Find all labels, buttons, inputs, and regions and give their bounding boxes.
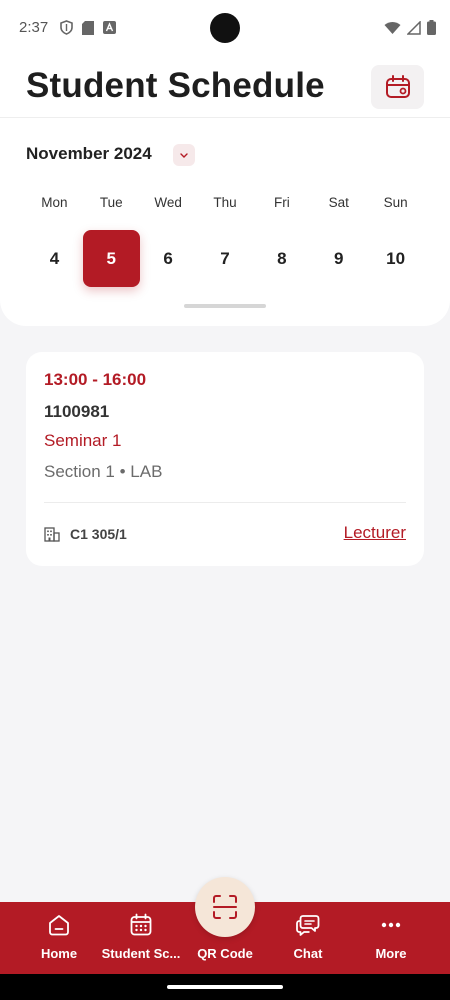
class-section: Section 1 • LAB bbox=[44, 462, 163, 481]
nav-item-more[interactable]: More bbox=[346, 902, 436, 974]
calendar-icon bbox=[385, 75, 410, 98]
status-right-icons bbox=[384, 20, 436, 35]
calendar-button[interactable] bbox=[371, 65, 424, 109]
month-dropdown-button[interactable] bbox=[173, 144, 195, 166]
home-icon bbox=[49, 915, 69, 936]
a-box-icon bbox=[103, 21, 116, 34]
chevron-down-icon bbox=[180, 152, 188, 158]
status-bar: 2:37 bbox=[0, 0, 450, 58]
weekday-label: Sat bbox=[328, 195, 349, 210]
month-label: November 2024 bbox=[26, 144, 152, 163]
more-dots-icon bbox=[381, 922, 401, 928]
status-time: 2:37 bbox=[19, 19, 49, 36]
weekday-label: Thu bbox=[213, 195, 237, 210]
date-cell[interactable]: 6 bbox=[140, 230, 197, 287]
weekday-row: Mon Tue Wed Thu Fri Sat Sun bbox=[26, 195, 424, 210]
calendar-grid-icon bbox=[130, 913, 152, 936]
date-cell[interactable]: 8 bbox=[253, 230, 310, 287]
nav-item-student-schedule[interactable]: Student Sc... bbox=[96, 902, 186, 974]
nav-item-chat[interactable]: Chat bbox=[263, 902, 353, 974]
date-cell[interactable]: 10 bbox=[367, 230, 424, 287]
battery-icon bbox=[427, 20, 436, 35]
nav-label-home: Home bbox=[40, 946, 78, 961]
nav-label-student-schedule: Student Sc... bbox=[101, 946, 181, 961]
chat-icon bbox=[296, 915, 320, 936]
building-icon bbox=[44, 527, 60, 542]
date-cell[interactable]: 9 bbox=[310, 230, 367, 287]
header-calendar-panel: Student Schedule November 2024 Mon Tue W… bbox=[0, 58, 450, 326]
home-gesture-pill[interactable] bbox=[167, 985, 283, 989]
card-divider bbox=[44, 502, 406, 503]
weekday-label: Fri bbox=[273, 195, 290, 210]
class-card[interactable]: 13:00 - 16:00 1100981 Seminar 1 Section … bbox=[26, 352, 424, 566]
weekday-label: Wed bbox=[154, 195, 182, 210]
nav-label-qr-code: QR Code bbox=[197, 946, 253, 961]
header-divider bbox=[0, 117, 450, 118]
nav-label-chat: Chat bbox=[293, 946, 323, 961]
expand-handle[interactable] bbox=[184, 304, 266, 308]
nav-item-home[interactable]: Home bbox=[14, 902, 104, 974]
class-time: 13:00 - 16:00 bbox=[44, 370, 147, 389]
weekday-label: Mon bbox=[41, 195, 68, 210]
class-code: 1100981 bbox=[44, 402, 110, 421]
qr-scan-icon bbox=[213, 895, 237, 919]
date-cell-selected[interactable]: 5 bbox=[82, 230, 140, 287]
weekday-label: Tue bbox=[99, 195, 123, 210]
signal-icon bbox=[407, 20, 421, 35]
date-cell[interactable]: 4 bbox=[26, 230, 83, 287]
date-cell[interactable]: 7 bbox=[197, 230, 254, 287]
nav-label-more: More bbox=[375, 946, 407, 961]
status-left-icons bbox=[60, 20, 116, 35]
weekday-label: Sun bbox=[383, 195, 408, 210]
shield-icon bbox=[60, 20, 73, 35]
room-label: C1 305/1 bbox=[70, 526, 127, 542]
lecturer-link[interactable]: Lecturer bbox=[344, 523, 406, 543]
camera-cutout bbox=[210, 13, 240, 43]
sd-card-icon bbox=[82, 20, 94, 35]
system-gesture-bar bbox=[0, 974, 450, 1000]
wifi-icon bbox=[384, 21, 401, 34]
class-name: Seminar 1 bbox=[44, 431, 122, 450]
date-row: 4 5 6 7 8 9 10 bbox=[26, 230, 424, 287]
page-title: Student Schedule bbox=[26, 66, 325, 105]
qr-code-button[interactable] bbox=[195, 877, 255, 937]
